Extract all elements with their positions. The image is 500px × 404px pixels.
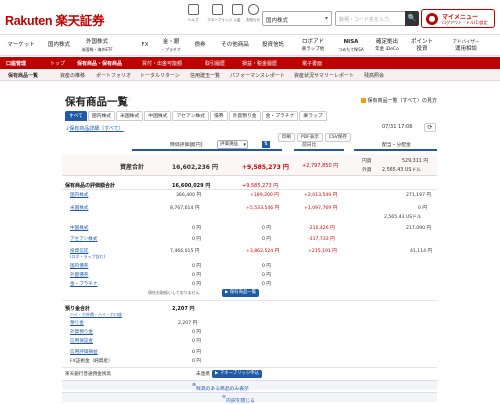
- fx-foreign-value: 2,565.43 USドル: [382, 168, 422, 173]
- nav-fund[interactable]: 投資信託: [258, 35, 288, 57]
- nav-ideco[interactable]: 確定拠出 年金 iDeCo: [372, 35, 402, 57]
- market-select[interactable]: 国内株式: [262, 11, 332, 26]
- search-input[interactable]: 銘柄・コード名を入力: [335, 11, 407, 26]
- notice-button[interactable]: お知らせ: [242, 4, 264, 23]
- subnav-account[interactable]: 口座管理: [6, 60, 26, 67]
- col-prev: 前日比: [302, 143, 317, 148]
- help-button[interactable]: ヘルプ: [182, 4, 204, 23]
- divider: [62, 300, 437, 301]
- nav-advisor[interactable]: アドバイザー 運用相談: [446, 35, 486, 57]
- subnav-edocs[interactable]: 電子書面: [302, 60, 322, 67]
- search-icon: [187, 4, 199, 15]
- subnav-top[interactable]: トップ: [50, 60, 65, 67]
- header-divider-2: [294, 149, 344, 151]
- nav-foreign-stock[interactable]: 外国株式 米国株・海外ETF: [78, 35, 116, 57]
- bookmark-icon: [211, 4, 223, 15]
- subnav2-portfolio[interactable]: ポートフォリオ: [96, 72, 131, 79]
- mymenu-button[interactable]: ● マイメニュー ログアウト・ドル(1)設定: [421, 9, 495, 28]
- refresh-icon[interactable]: ⟳: [424, 123, 436, 132]
- tab-china[interactable]: 中国株式: [144, 111, 172, 121]
- account-subnav: 口座管理 トップ 保有商品・保有商品 買付・出金可能額 取引履歴 損益・税金履歴…: [0, 57, 500, 69]
- total-row: 資産合計 16,602,236 円 +9,585,273 円 +2,797,85…: [62, 154, 437, 176]
- star-icon[interactable]: ☆: [124, 95, 132, 105]
- nav-fx[interactable]: FX: [138, 35, 152, 57]
- holdings-subnav: 保有商品一覧 資産の推移 ポートフォリオ トータルリターン 信用建玉一覧 パフォ…: [0, 69, 500, 81]
- subnav-holdings[interactable]: 保有商品・保有商品: [77, 60, 122, 67]
- main-nav: マーケット 国内株式 外国株式 米国株・海外ETF FX 金・銀 ・プラチナ 債券 …: [0, 34, 500, 56]
- tab-bond[interactable]: 債券: [209, 111, 228, 121]
- total-day: +2,797,850 円: [302, 163, 339, 169]
- moneybridge-button[interactable]: マネーブリッジ: [206, 4, 232, 23]
- total-value: 16,602,236 円: [172, 164, 219, 171]
- nav-domestic-stock[interactable]: 国内株式: [44, 35, 74, 57]
- detail-link[interactable]: ↓保有商品詳細（すべて）: [65, 125, 124, 132]
- col-pl-sort[interactable]: ⇅: [262, 141, 270, 149]
- user-icon: ●: [426, 13, 438, 25]
- rakuten-logo[interactable]: Rakuten 楽天証券: [5, 10, 105, 29]
- subnav-tax[interactable]: 損益・税金履歴: [242, 60, 277, 67]
- bell-icon: [247, 4, 259, 15]
- nav-gold[interactable]: 金・銀 ・プラチナ: [158, 35, 184, 57]
- tab-fx-deposit[interactable]: 外貨預り金: [228, 111, 261, 121]
- pl-mode-select[interactable]: 評価損益: [217, 140, 248, 149]
- nav-other[interactable]: その他商品: [216, 35, 254, 57]
- csv-button[interactable]: CSV保存: [324, 133, 351, 142]
- divider: [62, 189, 437, 190]
- nav-roboad[interactable]: ロボアド 楽ラップ他: [296, 35, 330, 57]
- filter-bar: ⊕ 残高のある商品のみ表示: [62, 380, 437, 392]
- top-header: Rakuten 楽天証券 ヘルプ マネーブリッジ 入金 お知らせ 国内株式 銘柄…: [0, 0, 500, 34]
- subnav2-total-return[interactable]: トータルリターン: [140, 72, 180, 79]
- tab-rakuwrap[interactable]: 楽ラップ: [299, 111, 327, 121]
- tab-asean[interactable]: アセアン株式: [172, 111, 209, 121]
- fx-jpy-value: 529,311 円: [402, 159, 429, 164]
- col-valuation: 時価評価額[円]: [170, 143, 203, 148]
- subnav2-balance[interactable]: 残高照会: [364, 72, 384, 79]
- collapse-bar: ⊖ 内訳を閉じる: [62, 392, 437, 404]
- nav-nisa[interactable]: NISA つみたてNISA: [334, 35, 368, 57]
- fx-jpy-label: 円貨: [362, 159, 372, 164]
- tab-domestic[interactable]: 国内株式: [87, 111, 116, 121]
- total-label: 資産合計: [120, 164, 145, 171]
- collapse-breakdown-button[interactable]: ⊖ 内訳を閉じる: [222, 395, 255, 404]
- divider: [62, 367, 437, 368]
- tab-gold[interactable]: 金・プラチナ: [261, 111, 299, 121]
- main-content: 保有商品一覧 ☆ 保有商品一覧（すべて）の見方 すべて 国内株式 米国株式 中国株式ア…: [62, 86, 437, 404]
- total-pl: +9,585,273 円: [242, 164, 289, 171]
- subnav2-asset-history[interactable]: 資産の推移: [60, 72, 85, 79]
- subnav-history[interactable]: 取引履歴: [205, 60, 225, 67]
- guide-link[interactable]: 保有商品一覧（すべて）の見方: [361, 97, 437, 104]
- toolbar: 印刷 PDF表示 CSV保存: [278, 123, 353, 142]
- tab-us[interactable]: 米国株式: [116, 111, 144, 121]
- subnav2-performance[interactable]: パフォーマンスレポート: [230, 72, 285, 79]
- search-button[interactable]: 🔍: [405, 11, 419, 26]
- subnav2-margin[interactable]: 信用建玉一覧: [190, 72, 220, 79]
- subnav2-summary[interactable]: 資産状況サマリーレポート: [294, 72, 354, 79]
- header-divider: [132, 149, 282, 151]
- subnav-buying-power[interactable]: 買付・出金可能額: [142, 60, 182, 67]
- nav-point[interactable]: ポイント 投資: [408, 35, 436, 57]
- header-divider-3: [354, 149, 437, 151]
- subnav2-holdings[interactable]: 保有商品一覧: [8, 72, 38, 79]
- moneybridge-apply-button[interactable]: ▶ マネーブリッジ申込: [212, 370, 263, 378]
- print-button[interactable]: 印刷: [278, 133, 295, 142]
- show-balance-only-button[interactable]: ⊕ 残高のある商品のみ表示: [192, 383, 249, 392]
- kinpla-holdings-button[interactable]: ▶ 保有商品一覧: [222, 289, 260, 297]
- nav-market[interactable]: マーケット: [2, 35, 40, 57]
- nav-bond[interactable]: 債券: [190, 35, 210, 57]
- inbox-icon: [231, 4, 243, 15]
- tab-all[interactable]: すべて: [65, 111, 87, 121]
- page-title: 保有商品一覧: [65, 96, 128, 108]
- category-tabs: すべて 国内株式 米国株式 中国株式 アセアン株式 債券 外貨預り金 金・プラチナ 楽ラップ: [65, 111, 328, 121]
- timestamp: 07/31 17:08: [382, 124, 413, 130]
- col-dividend: 配当・分配金: [382, 143, 411, 148]
